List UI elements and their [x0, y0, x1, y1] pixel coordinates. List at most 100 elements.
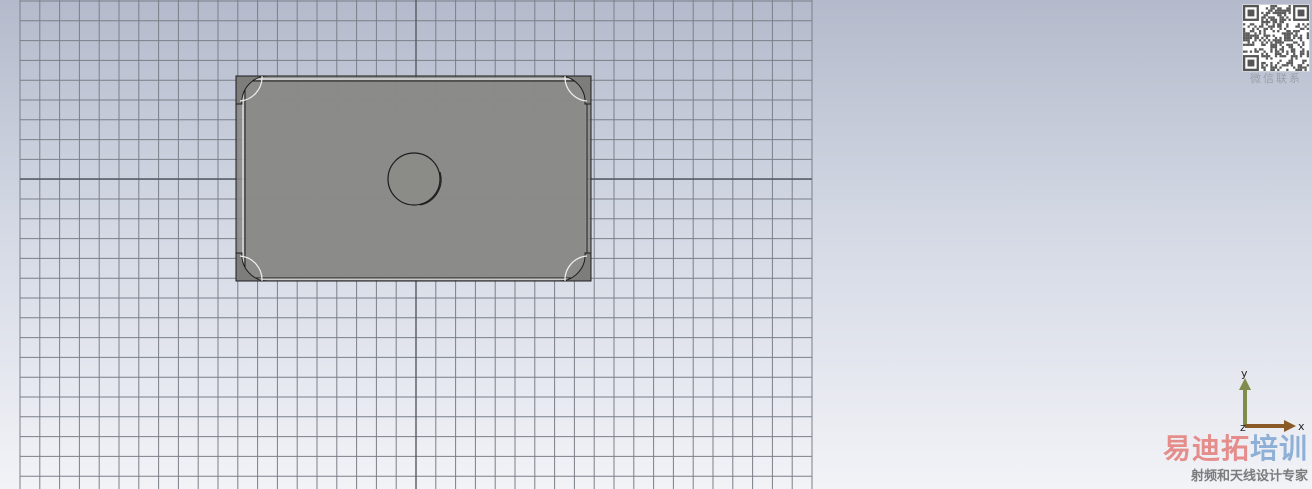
qr-module	[1302, 41, 1305, 44]
qr-module	[1283, 18, 1287, 21]
qr-module	[1245, 36, 1248, 40]
qr-module	[1261, 48, 1264, 51]
qr-module	[1281, 16, 1284, 19]
qr-module	[1293, 30, 1296, 33]
qr-module	[1279, 52, 1282, 56]
qr-module	[1283, 32, 1287, 35]
qr-module	[1288, 32, 1291, 35]
qr-module	[1297, 36, 1300, 40]
qr-module	[1270, 16, 1273, 19]
qr-module	[1277, 50, 1280, 53]
qr-module	[1283, 55, 1287, 58]
qr-module	[1288, 5, 1291, 8]
qr-module	[1249, 23, 1253, 26]
qr-module	[1265, 52, 1269, 56]
qr-module	[1265, 27, 1269, 31]
qr-module	[1306, 32, 1309, 35]
qr-module	[1279, 41, 1282, 44]
qr-module	[1252, 23, 1255, 26]
grid-scene	[19, 0, 813, 489]
qr-module	[1293, 55, 1296, 58]
qr-module	[1243, 32, 1246, 35]
qr-code	[1242, 4, 1310, 72]
qr-module	[1274, 5, 1278, 8]
qr-module	[1270, 5, 1273, 8]
qr-module	[1270, 7, 1273, 10]
qr-module	[1297, 64, 1300, 67]
qr-module	[1247, 34, 1250, 37]
qr-module	[1293, 34, 1296, 37]
qr-module	[1270, 9, 1273, 12]
qr-module	[1270, 25, 1273, 28]
qr-module	[1281, 18, 1284, 21]
qr-module	[1306, 34, 1309, 37]
qr-module	[1302, 61, 1305, 65]
qr-module	[1263, 55, 1266, 58]
qr-module	[1281, 55, 1284, 58]
qr-module	[1290, 32, 1294, 35]
qr-module	[1270, 57, 1273, 60]
qr-module	[1265, 34, 1269, 37]
qr-module	[1258, 25, 1262, 28]
qr-module	[1286, 25, 1289, 28]
qr-module	[1270, 66, 1273, 69]
qr-module	[1286, 16, 1289, 19]
qr-module	[1270, 27, 1273, 31]
qr-module	[1286, 61, 1289, 65]
qr-module	[1288, 43, 1291, 46]
qr-module	[1261, 18, 1264, 21]
qr-module	[1281, 48, 1284, 51]
qr-module	[1286, 43, 1289, 46]
qr-module	[1283, 36, 1287, 40]
qr-module	[1286, 50, 1289, 53]
qr-module	[1277, 11, 1280, 15]
qr-caption: 微信联系	[1250, 72, 1302, 85]
3d-viewport[interactable]	[0, 0, 1312, 489]
qr-module	[1293, 36, 1296, 40]
qr-module	[1306, 52, 1309, 56]
qr-module	[1295, 57, 1298, 60]
qr-module	[1293, 50, 1296, 53]
qr-module	[1272, 23, 1275, 26]
qr-module	[1265, 23, 1269, 26]
qr-module	[1258, 48, 1262, 51]
qr-module	[1263, 39, 1266, 42]
qr-module	[1263, 20, 1266, 24]
qr-module	[1302, 50, 1305, 53]
qr-module	[1279, 27, 1282, 31]
qr-module	[1272, 5, 1275, 8]
qr-module	[1263, 16, 1266, 19]
qr-module	[1277, 41, 1280, 44]
watermark-title: 易迪拓培训	[1152, 427, 1308, 467]
feed-hole[interactable]	[387, 152, 441, 206]
qr-module	[1252, 43, 1255, 46]
qr-module	[1281, 20, 1284, 24]
qr-module	[1293, 66, 1296, 69]
qr-module	[1268, 34, 1271, 37]
qr-module	[1297, 23, 1300, 26]
qr-module	[1281, 32, 1284, 35]
qr-module	[1295, 25, 1298, 28]
qr-module	[1277, 52, 1280, 56]
qr-module	[1304, 59, 1307, 62]
qr-module	[1274, 36, 1278, 40]
qr-module	[1274, 64, 1278, 67]
qr-module	[1279, 23, 1282, 26]
qr-module	[1247, 36, 1250, 40]
qr-module	[1261, 36, 1264, 40]
qr-module	[1256, 27, 1259, 31]
qr-module	[1288, 61, 1291, 65]
qr-module	[1288, 39, 1291, 42]
qr-module	[1270, 61, 1273, 65]
qr-module	[1279, 43, 1282, 46]
qr-module	[1290, 50, 1294, 53]
qr-module	[1288, 18, 1291, 21]
qr-module	[1263, 32, 1266, 35]
qr-module	[1299, 55, 1303, 58]
qr-module	[1302, 27, 1305, 31]
qr-module	[1290, 55, 1294, 58]
qr-module	[1261, 64, 1264, 67]
qr-module	[1268, 16, 1271, 19]
qr-module	[1270, 18, 1273, 21]
qr-module	[1245, 43, 1248, 46]
